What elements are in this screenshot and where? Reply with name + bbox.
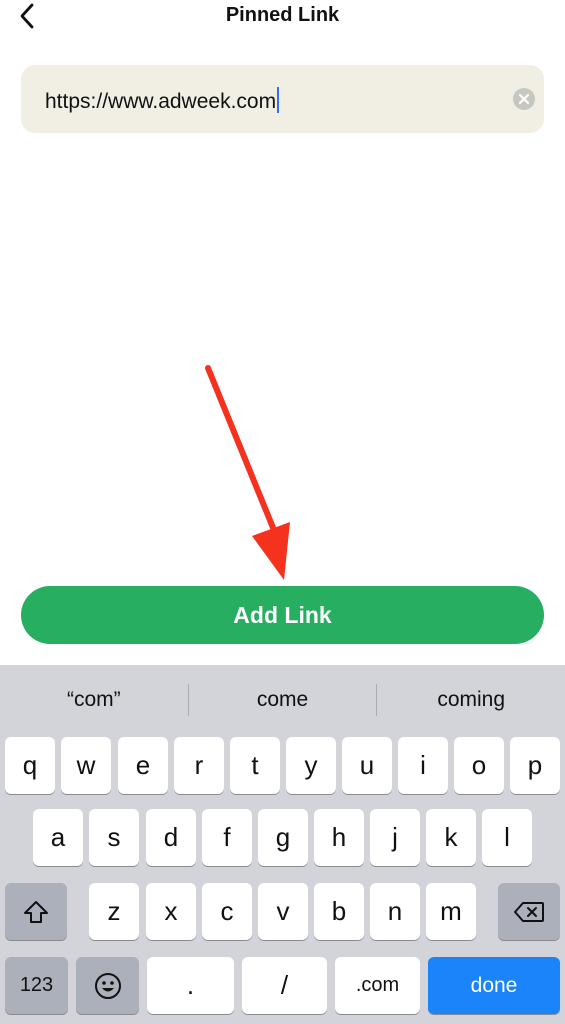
key-letter[interactable]: c bbox=[202, 883, 252, 940]
clear-button[interactable] bbox=[513, 88, 535, 110]
key-letter[interactable]: j bbox=[370, 809, 420, 866]
key-letter[interactable]: i bbox=[398, 737, 448, 794]
period-key[interactable]: . bbox=[147, 957, 234, 1014]
shift-key[interactable] bbox=[5, 883, 67, 940]
key-letter[interactable]: d bbox=[146, 809, 196, 866]
key-letter[interactable]: u bbox=[342, 737, 392, 794]
key-letter[interactable]: e bbox=[118, 737, 168, 794]
suggestion-bar: “com” come coming bbox=[0, 665, 565, 735]
key-letter[interactable]: o bbox=[454, 737, 504, 794]
key-letter[interactable]: a bbox=[33, 809, 83, 866]
key-letter[interactable]: v bbox=[258, 883, 308, 940]
keyboard: “com” come coming q w e r t y u i o p a … bbox=[0, 665, 565, 1024]
key-letter[interactable]: m bbox=[426, 883, 476, 940]
delete-key[interactable] bbox=[498, 883, 560, 940]
key-letter[interactable]: y bbox=[286, 737, 336, 794]
key-letter[interactable]: f bbox=[202, 809, 252, 866]
url-input-text-wrap: https://www.adweek.com bbox=[45, 87, 280, 114]
key-letter[interactable]: r bbox=[174, 737, 224, 794]
backspace-icon bbox=[514, 901, 544, 922]
suggestion-item[interactable]: come bbox=[189, 688, 377, 712]
emoji-key[interactable] bbox=[76, 957, 139, 1014]
add-link-button[interactable]: Add Link bbox=[21, 586, 544, 644]
key-letter[interactable]: b bbox=[314, 883, 364, 940]
url-input[interactable]: https://www.adweek.com bbox=[21, 65, 544, 133]
key-letter[interactable]: w bbox=[61, 737, 111, 794]
add-link-label: Add Link bbox=[233, 601, 332, 628]
key-letter[interactable]: q bbox=[5, 737, 55, 794]
key-letter[interactable]: t bbox=[230, 737, 280, 794]
key-letter[interactable]: p bbox=[510, 737, 560, 794]
clear-circle-icon bbox=[518, 93, 530, 105]
done-key[interactable]: done bbox=[428, 957, 560, 1014]
numbers-key[interactable]: 123 bbox=[5, 957, 68, 1014]
key-letter[interactable]: x bbox=[146, 883, 196, 940]
key-letter[interactable]: n bbox=[370, 883, 420, 940]
key-letter[interactable]: s bbox=[89, 809, 139, 866]
key-letter[interactable]: h bbox=[314, 809, 364, 866]
url-input-value: https://www.adweek.com bbox=[45, 90, 277, 113]
shift-icon bbox=[24, 900, 48, 923]
slash-key[interactable]: / bbox=[242, 957, 327, 1014]
key-letter[interactable]: z bbox=[89, 883, 139, 940]
suggestion-item[interactable]: “com” bbox=[0, 688, 188, 712]
key-letter[interactable]: g bbox=[258, 809, 308, 866]
pinned-link-screen: Pinned Link https://www.adweek.com Add L… bbox=[0, 0, 565, 1024]
key-letter[interactable]: k bbox=[426, 809, 476, 866]
text-caret bbox=[277, 87, 280, 113]
red-arrow-icon bbox=[205, 365, 290, 580]
suggestion-item[interactable]: coming bbox=[377, 688, 565, 712]
header: Pinned Link bbox=[0, 0, 565, 34]
key-letter[interactable]: l bbox=[482, 809, 532, 866]
page-title: Pinned Link bbox=[225, 4, 340, 26]
dotcom-key[interactable]: .com bbox=[335, 957, 420, 1014]
emoji-icon bbox=[94, 972, 121, 999]
